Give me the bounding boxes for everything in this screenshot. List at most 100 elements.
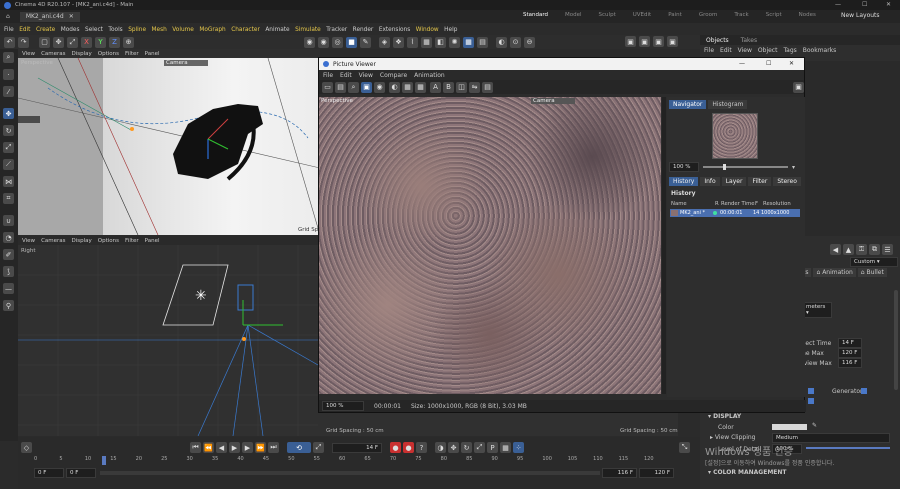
timeline-window-icon[interactable]: ⤡ — [679, 442, 690, 453]
go-start-icon[interactable]: ⏮ — [190, 442, 201, 453]
layout-tab-paint[interactable]: Paint — [668, 12, 682, 18]
key-rot-icon[interactable]: ✥ — [448, 442, 459, 453]
redo-icon[interactable]: ↷ — [18, 36, 29, 48]
grid-snap-icon[interactable]: ▦ — [463, 36, 474, 48]
viewport-menu-cameras[interactable]: Cameras — [41, 238, 65, 244]
viewport-perspective[interactable]: View Cameras Display Options Filter Panel Per… — [18, 49, 320, 235]
viewport-menu-view[interactable]: View — [22, 51, 35, 57]
zoom-slider-handle[interactable] — [723, 164, 726, 170]
loop-icon[interactable]: ⟲ — [287, 442, 311, 453]
points-icon[interactable]: · — [3, 69, 14, 80]
brush-icon[interactable]: ⟆ — [3, 266, 14, 277]
history-row[interactable]: MK2_ani * 00:00:01 14 1000x1000 — [670, 209, 800, 217]
render-settings-icon[interactable]: ◎ — [332, 36, 343, 48]
pv-rendered-image[interactable]: Perspective Camera — [319, 97, 661, 394]
move-tool-icon[interactable]: ✥ — [53, 36, 64, 48]
undo-icon[interactable]: ↶ — [4, 36, 15, 48]
weight-icon[interactable]: ⚲ — [3, 300, 14, 311]
objects-menu-file[interactable]: File — [704, 47, 714, 54]
pv-hide-icon[interactable]: ▣ — [793, 81, 804, 93]
tab-objects[interactable]: Objects — [706, 37, 729, 44]
range-end[interactable]: 116 F — [602, 467, 637, 478]
color-swatch[interactable] — [772, 424, 807, 430]
nav-up-icon[interactable]: ▲ — [843, 244, 854, 255]
range-start2[interactable]: 0 F — [66, 467, 96, 478]
pv-menu-compare[interactable]: Compare — [380, 72, 407, 79]
range-start[interactable]: 0 F — [34, 467, 64, 478]
pv-tab-history[interactable]: History — [669, 177, 699, 186]
key-pla-icon[interactable]: P — [487, 442, 498, 453]
new-layouts-button[interactable]: New Layouts — [841, 12, 880, 19]
viewport-menu-filter[interactable]: Filter — [125, 51, 139, 57]
pv-menu-animation[interactable]: Animation — [414, 72, 445, 79]
range-bar[interactable] — [100, 470, 600, 475]
layout-icon-2[interactable]: ▣ — [639, 36, 650, 47]
magnet-icon[interactable]: ∪ — [3, 215, 14, 226]
menu-help[interactable]: Help — [444, 27, 457, 33]
navigator-thumbnail[interactable] — [712, 113, 758, 159]
scale-tool-icon[interactable]: ⤢ — [67, 36, 78, 48]
pv-swap-icon[interactable]: ⇋ — [469, 81, 480, 93]
layout-tab-track[interactable]: Track — [734, 12, 748, 18]
menu-animate[interactable]: Animate — [265, 27, 289, 33]
menu-select[interactable]: Select — [85, 27, 103, 33]
layout-tab-groom[interactable]: Groom — [699, 12, 718, 18]
array-icon[interactable]: ❖ — [393, 36, 404, 48]
objects-list[interactable] — [800, 61, 900, 236]
menu-modes[interactable]: Modes — [61, 27, 80, 33]
range-end2[interactable]: 120 F — [639, 467, 674, 478]
checkbox-2[interactable] — [808, 398, 814, 404]
eyedropper-icon[interactable]: ✎ — [812, 422, 817, 429]
generators-checkbox[interactable] — [861, 388, 867, 394]
menu-window[interactable]: Window — [416, 27, 439, 33]
attr-row-value[interactable]: 14 F — [838, 338, 862, 348]
units-dropdown[interactable]: meters ▾ — [802, 302, 832, 318]
pv-tab-layer[interactable]: Layer — [721, 177, 747, 186]
layout-tab-sculpt[interactable]: Sculpt — [599, 12, 616, 18]
pv-tab-info[interactable]: Info — [700, 177, 720, 186]
pv-menu-file[interactable]: File — [323, 72, 333, 79]
guide-icon[interactable]: ⊖ — [524, 36, 535, 48]
layout-tab-standard[interactable]: Standard — [523, 12, 548, 18]
menu-mesh[interactable]: Mesh — [152, 27, 167, 33]
layout-icon-1[interactable]: ▣ — [625, 36, 636, 47]
attr-row-value[interactable]: 116 F — [838, 358, 862, 368]
nav-back-icon[interactable]: ◀ — [830, 244, 841, 255]
viewport-menu-options[interactable]: Options — [98, 51, 119, 57]
layout-icon-3[interactable]: ▣ — [653, 36, 664, 47]
viewport-menu-view[interactable]: View — [22, 238, 35, 244]
pv-tab-stereo[interactable]: Stereo — [773, 177, 801, 186]
key-scale-icon[interactable]: ↻ — [461, 442, 472, 453]
viewport-menu-display[interactable]: Display — [72, 238, 92, 244]
bridge-icon[interactable]: ⋈ — [3, 176, 14, 187]
menu-render[interactable]: Render — [353, 27, 374, 33]
menu-file[interactable]: File — [4, 27, 14, 33]
current-frame-field[interactable]: 14 F — [332, 442, 382, 453]
attr-row-value[interactable]: 120 F — [838, 348, 862, 358]
zoom-field[interactable]: 100 % — [669, 162, 699, 172]
lock-attr-icon[interactable]: ⚿ — [856, 244, 867, 255]
playhead[interactable] — [102, 456, 106, 465]
tab-histogram[interactable]: Histogram — [708, 100, 748, 109]
record-icon[interactable]: ● — [390, 442, 401, 453]
paint-icon[interactable]: ✐ — [3, 249, 14, 260]
attr-tab-animation[interactable]: ⌂ Animation — [813, 268, 856, 277]
viewport-menu-cameras[interactable]: Cameras — [41, 51, 65, 57]
tab-takes[interactable]: Takes — [741, 37, 757, 44]
deformer-icon[interactable]: ⌇ — [407, 36, 418, 48]
objects-menu-edit[interactable]: Edit — [720, 47, 732, 54]
render-view-icon[interactable]: ◉ — [304, 36, 315, 48]
menu-create[interactable]: Create — [36, 27, 55, 33]
doc-tab[interactable]: MK2_ani.c4d ✕ — [19, 11, 80, 22]
pv-a-icon[interactable]: A — [430, 81, 441, 93]
home-icon[interactable]: ⌂ — [6, 13, 10, 20]
viewport-menu-panel[interactable]: Panel — [145, 51, 160, 57]
timeline-ruler[interactable]: 0 5 10 15 20 25 30 35 40 45 50 55 60 65 70 75 80 85 90 95 10… — [34, 456, 654, 468]
pv-save-icon[interactable]: ▤ — [335, 81, 346, 93]
pv-close-icon[interactable]: ✕ — [789, 60, 794, 67]
pv-minimize-icon[interactable]: — — [739, 60, 745, 67]
pv-menu-edit[interactable]: Edit — [340, 72, 352, 79]
zoom-dropdown-icon[interactable]: ▾ — [792, 164, 795, 171]
layout-icon-4[interactable]: ▣ — [667, 36, 678, 47]
pv-status-zoom[interactable]: 100 % — [322, 401, 364, 411]
